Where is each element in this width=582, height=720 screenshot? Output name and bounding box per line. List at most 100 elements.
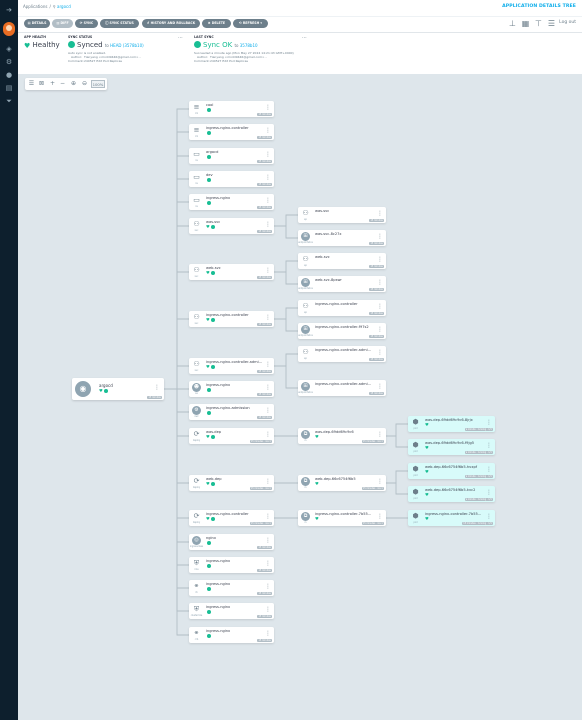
resource-node[interactable]: ▭ ns ingress-nginx ⋮ 15 minutes	[189, 194, 274, 210]
expand-plus-icon[interactable]: +	[48, 79, 57, 89]
resource-node[interactable]: ▭ ns dev ⋮ 15 minutes	[189, 171, 274, 187]
resource-node[interactable]: ⧉ rs was-dep-69dd69c9c6 ♥ ⋮ 15 minutes · rev:…	[298, 428, 386, 444]
resource-node[interactable]: ⚇ svc web-svc ♥ ⋮ 15 minutes	[189, 264, 274, 280]
resource-node[interactable]: ⟳ deploy ingress-nginx-controller ♥ ⋮ 15 minu…	[189, 510, 274, 526]
resource-node[interactable]: ⚇ svc was-svc ♥ ⋮ 15 minutes	[189, 218, 274, 234]
resource-node[interactable]: ⚭ rb ingress-nginx ⋮ 15 minutes	[189, 580, 274, 596]
more-actions-icon[interactable]: ⋮	[377, 303, 383, 310]
resource-node[interactable]: ⚇ svc ingress-nginx-controller ♥ ⋮ 15 minutes	[189, 311, 274, 327]
zoom-out-icon[interactable]: ⊖	[80, 79, 89, 89]
more-actions-icon[interactable]: ⋮	[265, 361, 271, 368]
more-actions-icon[interactable]: ⋮	[265, 267, 271, 274]
more-actions-icon[interactable]: ⋮	[265, 513, 271, 520]
resource-node[interactable]: ⚇ ep ingress-nginx-controller ⋮ 15 minutes	[298, 300, 386, 316]
resource-node[interactable]: ⛨ role ingress-nginx ⋮ 15 minutes	[189, 557, 274, 573]
more-actions-icon[interactable]: ⋮	[265, 537, 271, 544]
diff-button[interactable]: ▥ DIFF	[52, 19, 73, 28]
root-application-node[interactable]: ◉ argocd ♥ ⋮ 15 minutes	[72, 378, 164, 400]
tree-view-icon[interactable]: ⊥	[508, 19, 517, 28]
more-actions-icon[interactable]: ⋮	[265, 407, 271, 414]
more-actions-icon[interactable]: ⋮	[486, 466, 492, 473]
collapse-minus-icon[interactable]: −	[58, 79, 67, 89]
more-actions-icon[interactable]: ⋮	[377, 326, 383, 333]
resource-node[interactable]: ⬢ pod was-dep-69dd69c9c6-f9jg5 ♥ ⋮ a minute ·…	[408, 439, 495, 455]
settings-icon[interactable]: ⚙	[5, 58, 13, 66]
more-actions-icon[interactable]: ⋮	[486, 442, 492, 449]
more-actions-icon[interactable]: ⋮	[377, 431, 383, 438]
resource-node[interactable]: ≡ cm ingress-nginx-controller ⋮ 15 minutes	[189, 124, 274, 140]
resource-node[interactable]: ⧉ rs ingress-nginx-controller-7b55... ♥ ⋮ 15 …	[298, 510, 386, 526]
collapse-icon[interactable]: ⊠	[37, 79, 46, 89]
argo-logo[interactable]	[3, 22, 15, 36]
resource-node[interactable]: ≡ cm cool ⋮ 15 minutes	[189, 101, 274, 117]
applications-icon[interactable]: ◈	[5, 45, 13, 53]
docs-icon[interactable]: ▤	[5, 84, 13, 92]
more-actions-icon[interactable]: ⋮	[265, 104, 271, 111]
more-actions-icon[interactable]: ⋮	[265, 127, 271, 134]
resource-node[interactable]: ⬢ pod was-dep-69dd69c9c6-8jrjx ♥ ⋮ a minute ·…	[408, 416, 495, 432]
sync-status-button[interactable]: ⓘ SYNC STATUS	[100, 19, 139, 28]
resource-node[interactable]: ⬢ pod ingress-nginx-controller-7b55... ♥ ⋮ 15…	[408, 510, 495, 526]
sync-button[interactable]: ⟳ SYNC	[75, 19, 98, 28]
network-view-icon[interactable]: ⊤	[534, 19, 543, 28]
more-actions-icon[interactable]: ⋮	[265, 431, 271, 438]
synced-revision[interactable]: HEAD (3578b10)	[110, 43, 144, 48]
resource-node[interactable]: ⟳ deploy web-dep ♥ ⋮ 15 minutes · rev:1	[189, 475, 274, 491]
more-actions-icon[interactable]: ⋮	[377, 210, 383, 217]
more-actions-icon[interactable]: ⋮	[377, 383, 383, 390]
more-actions-icon[interactable]: ⋮	[265, 560, 271, 567]
more-actions-icon[interactable]: ⋮	[265, 384, 271, 391]
more-actions-icon[interactable]: ⋮	[377, 256, 383, 263]
list-view-icon[interactable]: ☰	[547, 19, 556, 28]
resource-node[interactable]: ◎ ingressclass nginx ⋮ 15 minutes	[189, 534, 274, 550]
more-actions-icon[interactable]: ⋮	[265, 314, 271, 321]
breadcrumb-applications[interactable]: Applications	[23, 4, 47, 9]
resource-node[interactable]: ⚇ ep was-svc ⋮ 15 minutes	[298, 207, 386, 223]
more-actions-icon[interactable]: ⋮	[265, 630, 271, 637]
details-button[interactable]: ▤ DETAILS	[24, 19, 50, 28]
resource-node[interactable]: ⧉ rs web-dep-66c6754f6b5 ♥ ⋮ 15 minutes · rev…	[298, 475, 386, 491]
resource-node[interactable]: ⬢ pod web-dep-66c6754f6b5-hvxpf ♥ ⋮ a minute …	[408, 463, 495, 479]
resource-node[interactable]: ⊞ endpointslice ingress-nginx-controller-f…	[298, 323, 386, 339]
more-actions-icon[interactable]: ⋮	[265, 221, 271, 228]
zoom-level[interactable]: 100%	[91, 80, 105, 88]
resource-node[interactable]: ⚇ svc ingress-nginx-controller-admi... ♥ ⋮ 15…	[189, 358, 274, 374]
more-actions-icon[interactable]: ⋮	[486, 419, 492, 426]
refresh-button[interactable]: ⟲ REFRESH ▾	[233, 19, 268, 28]
last-sync-revision[interactable]: 3578b10	[240, 43, 258, 48]
more-actions-icon[interactable]: ⋮	[265, 174, 271, 181]
more-actions-icon[interactable]: ⋮	[486, 489, 492, 496]
resource-node[interactable]: ⊞ endpointslice was-svc-8c27x ⋮ 15 minutes	[298, 230, 386, 246]
more-actions-icon[interactable]: ⋮	[377, 478, 383, 485]
delete-button[interactable]: ✖ DELETE	[202, 19, 231, 28]
zoom-in-icon[interactable]: ⊕	[69, 79, 78, 89]
resource-node[interactable]: ⊞ endpointslice web-svc-8pswr ⋮ 15 minutes	[298, 276, 386, 292]
expand-arrow-icon[interactable]: ➔	[5, 6, 13, 14]
more-actions-icon[interactable]: ⋮	[265, 478, 271, 485]
last-sync-more-icon[interactable]: ⋯	[302, 35, 307, 41]
more-actions-icon[interactable]: ⋮	[486, 513, 492, 520]
more-actions-icon[interactable]: ⋮	[265, 151, 271, 158]
history-rollback-button[interactable]: ↺ HISTORY AND ROLLBACK	[142, 19, 200, 28]
user-icon[interactable]: ●	[5, 71, 13, 79]
filter-icon[interactable]: ⏷	[5, 97, 13, 105]
pods-view-icon[interactable]: ▦	[521, 19, 530, 28]
more-actions-icon[interactable]: ⋮	[265, 197, 271, 204]
more-actions-icon[interactable]: ⋮	[265, 583, 271, 590]
more-actions-icon[interactable]: ⋮	[377, 513, 383, 520]
more-actions-icon[interactable]: ⋮	[377, 349, 383, 356]
more-actions-icon[interactable]: ⋮	[265, 606, 271, 613]
more-actions-icon[interactable]: ⋮	[377, 233, 383, 240]
resource-node[interactable]: ⚙ vwc ingress-nginx-admission ⋮ 15 minutes	[189, 404, 274, 420]
more-actions-icon[interactable]: ⋮	[154, 384, 160, 391]
filter-list-icon[interactable]: ☰	[27, 79, 36, 89]
resource-node[interactable]: ☻ sa ingress-nginx ⋮ 15 minutes	[189, 381, 274, 397]
resource-node[interactable]: ⛨ clusterrole ingress-nginx ⋮ 15 minutes	[189, 603, 274, 619]
resource-node[interactable]: ⚇ ep web-svc ⋮ 15 minutes	[298, 253, 386, 269]
sync-status-more-icon[interactable]: ⋯	[178, 35, 183, 41]
logout-link[interactable]: Log out	[559, 20, 576, 25]
resource-node[interactable]: ⊞ endpointslice ingress-nginx-controller-a…	[298, 380, 386, 396]
resource-node[interactable]: ⚭ crb ingress-nginx ⋮ 15 minutes	[189, 627, 274, 643]
resource-node[interactable]: ⟳ deploy was-dep ♥ ⋮ 15 minutes · rev:1	[189, 428, 274, 444]
more-actions-icon[interactable]: ⋮	[377, 279, 383, 286]
